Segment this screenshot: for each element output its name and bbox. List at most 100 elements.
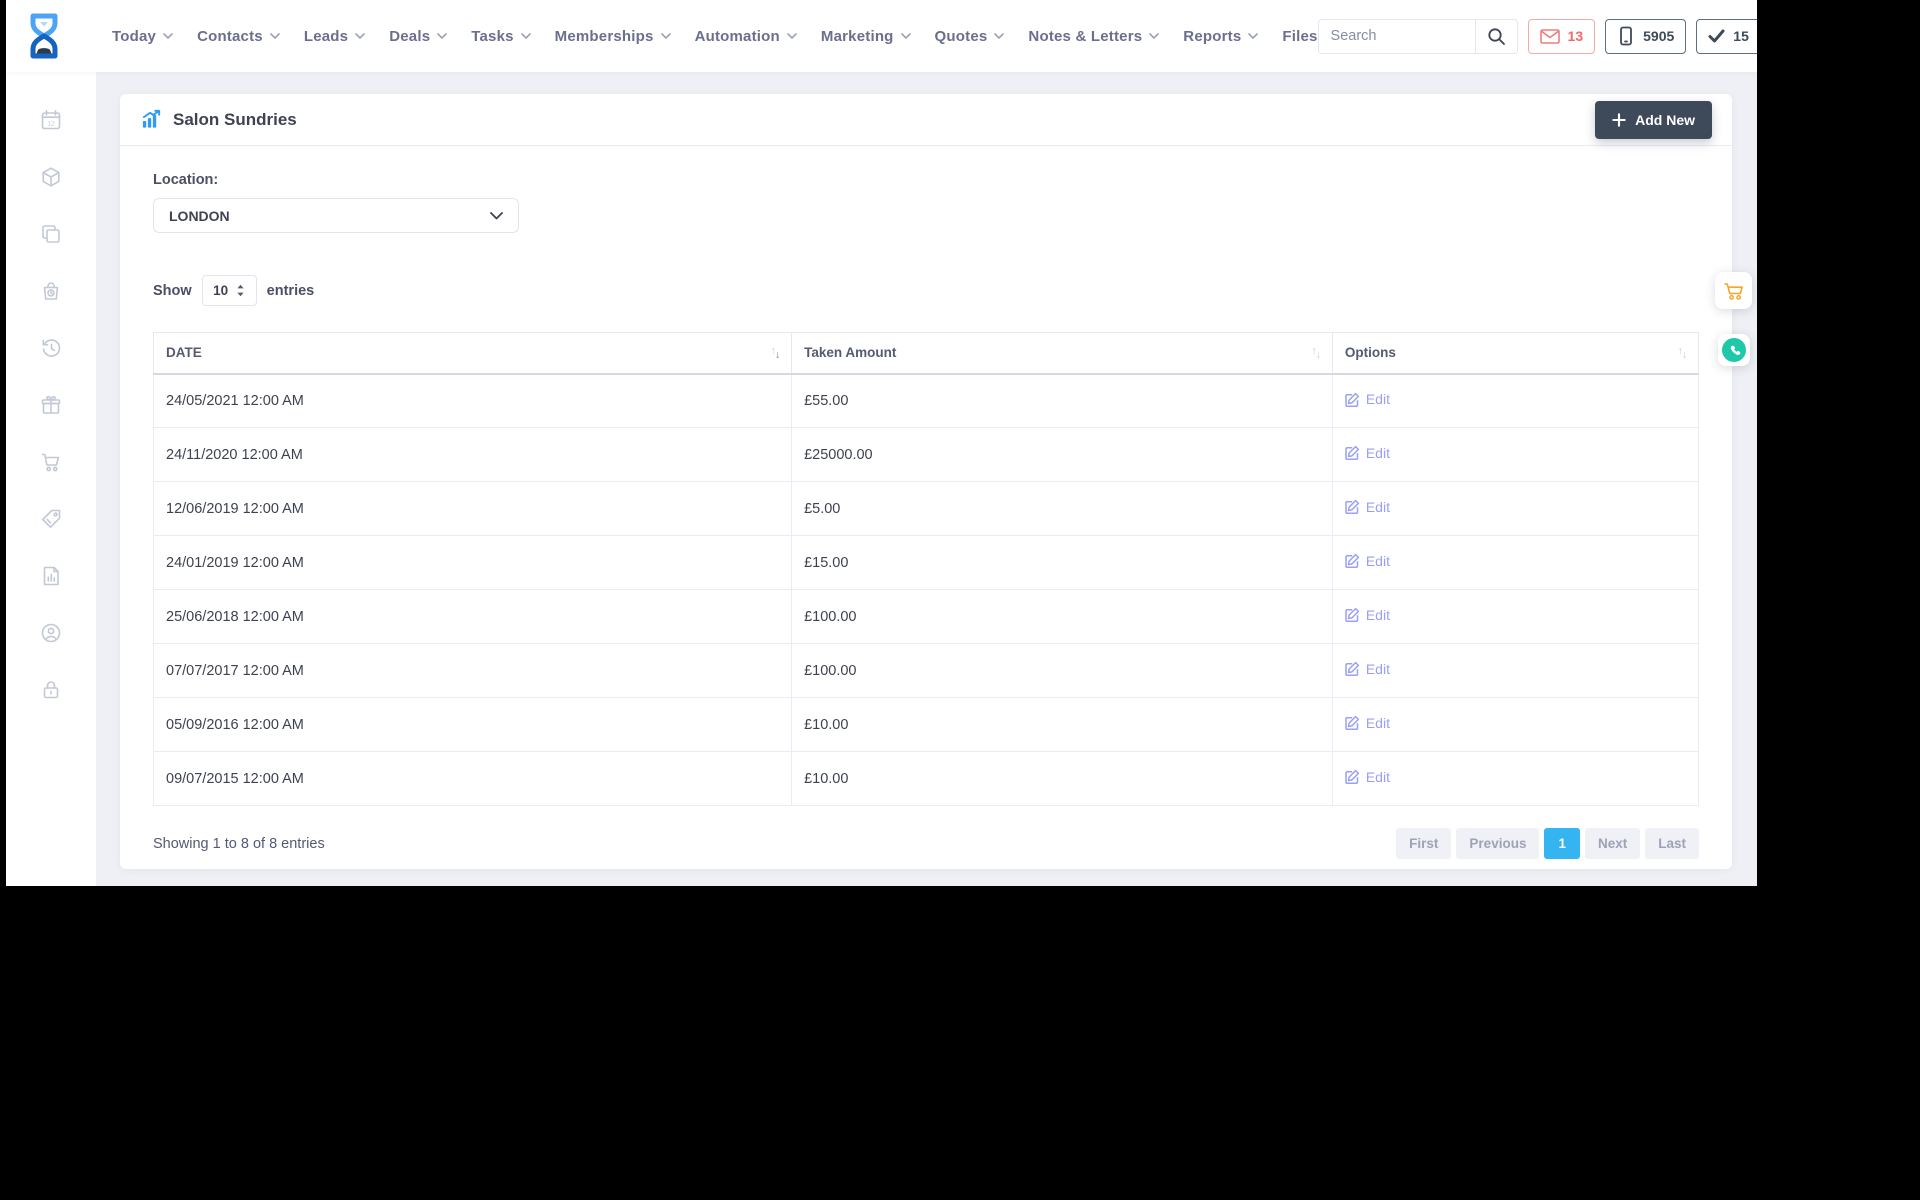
nav-item-memberships[interactable]: Memberships bbox=[555, 28, 671, 45]
smartphone-icon bbox=[1620, 26, 1633, 46]
cell-date: 24/05/2021 12:00 AM bbox=[152, 373, 793, 428]
edit-icon bbox=[1345, 716, 1359, 731]
table-row: 25/06/2018 12:00 AM £100.00 Edit bbox=[152, 589, 1700, 644]
phone-badge[interactable]: 5905 bbox=[1605, 18, 1687, 54]
caret-down-icon bbox=[437, 32, 448, 39]
search-button[interactable] bbox=[1474, 19, 1517, 53]
pagination-previous[interactable]: Previous bbox=[1456, 828, 1540, 859]
edit-link[interactable]: Edit bbox=[1345, 607, 1390, 623]
floating-whatsapp-button[interactable] bbox=[1718, 334, 1750, 366]
edit-link[interactable]: Edit bbox=[1345, 391, 1390, 407]
tasks-badge[interactable]: 15 bbox=[1696, 18, 1757, 54]
navbar-right-cluster: 13 5905 15 ? bbox=[1317, 17, 1757, 55]
cell-date: 12/06/2019 12:00 AM bbox=[152, 481, 793, 536]
report-document-icon bbox=[43, 566, 59, 586]
table-row: 07/07/2017 12:00 AM £100.00 Edit bbox=[152, 643, 1700, 698]
sidebar-item-calendar[interactable]: 12 bbox=[39, 108, 63, 132]
card-header: Salon Sundries Add New bbox=[120, 94, 1732, 146]
edit-link[interactable]: Edit bbox=[1345, 769, 1390, 785]
table-row: 24/11/2020 12:00 AM £25000.00 Edit bbox=[152, 427, 1700, 482]
nav-item-tasks[interactable]: Tasks bbox=[471, 28, 531, 45]
nav-item-marketing[interactable]: Marketing bbox=[821, 28, 911, 45]
sidebar-item-cart[interactable] bbox=[39, 450, 63, 474]
column-header-taken-amount[interactable]: Taken Amount ↑ ↓ bbox=[791, 332, 1333, 375]
page-length-value: 10 bbox=[213, 283, 229, 298]
nav-item-today[interactable]: Today bbox=[112, 28, 173, 45]
cube-icon bbox=[42, 167, 60, 187]
cell-amount: £5.00 bbox=[791, 481, 1333, 536]
nav-item-files[interactable]: Files bbox=[1282, 28, 1317, 45]
edit-link[interactable]: Edit bbox=[1345, 499, 1390, 515]
nav-item-notes-letters[interactable]: Notes & Letters bbox=[1028, 28, 1160, 45]
history-icon bbox=[42, 339, 61, 357]
nav-item-leads[interactable]: Leads bbox=[304, 28, 366, 45]
tasks-count: 15 bbox=[1733, 28, 1749, 44]
mail-badge[interactable]: 13 bbox=[1527, 18, 1596, 54]
floating-cart-button[interactable] bbox=[1715, 272, 1752, 309]
gift-icon bbox=[41, 395, 61, 414]
table-header-row: DATE ↑ ↓ Taken Amount ↑ ↓ Options ↑ ↓ bbox=[152, 332, 1700, 375]
edit-link[interactable]: Edit bbox=[1345, 553, 1390, 569]
caret-down-icon bbox=[270, 32, 280, 39]
sidebar-item-reports[interactable] bbox=[39, 564, 63, 588]
nav-label: Files bbox=[1282, 27, 1318, 45]
main-nav: Today Contacts Leads Deals Tasks Members… bbox=[112, 28, 1318, 45]
nav-item-contacts[interactable]: Contacts bbox=[197, 28, 280, 45]
app-logo[interactable] bbox=[24, 12, 64, 60]
sidebar-item-gift[interactable] bbox=[39, 393, 63, 417]
column-label: DATE bbox=[166, 345, 202, 361]
whatsapp-circle bbox=[1722, 338, 1746, 362]
caret-down-icon bbox=[900, 32, 911, 39]
cell-amount: £100.00 bbox=[791, 589, 1333, 644]
edit-label: Edit bbox=[1365, 606, 1390, 623]
nav-label: Contacts bbox=[197, 27, 263, 45]
caret-down-icon bbox=[994, 32, 1005, 39]
account-circle-icon bbox=[41, 623, 61, 643]
location-select[interactable]: LONDON bbox=[153, 198, 519, 233]
column-header-options[interactable]: Options ↑ ↓ bbox=[1331, 332, 1700, 375]
page-length-select[interactable]: 10 bbox=[201, 275, 257, 306]
nav-item-deals[interactable]: Deals bbox=[389, 28, 448, 45]
lock-icon bbox=[43, 681, 59, 699]
shopping-bag-icon bbox=[43, 282, 59, 300]
app-viewport: Today Contacts Leads Deals Tasks Members… bbox=[6, 0, 1757, 886]
cart-icon bbox=[41, 453, 60, 472]
column-label: Options bbox=[1344, 345, 1396, 361]
card-body: Location: LONDON Show 10 entries DATE ↑ … bbox=[120, 146, 1732, 859]
add-new-button[interactable]: Add New bbox=[1595, 100, 1712, 139]
sidebar-item-duplicate[interactable] bbox=[39, 222, 63, 246]
edit-label: Edit bbox=[1365, 714, 1390, 731]
column-header-date[interactable]: DATE ↑ ↓ bbox=[152, 332, 793, 375]
sidebar-item-bag[interactable] bbox=[39, 279, 63, 303]
nav-label: Memberships bbox=[554, 27, 654, 45]
table-row: 24/05/2021 12:00 AM £55.00 Edit bbox=[152, 373, 1700, 428]
sort-icon: ↑ ↓ bbox=[1677, 344, 1688, 361]
chevron-down-icon bbox=[490, 211, 503, 219]
edit-icon bbox=[1345, 608, 1359, 623]
pagination-next[interactable]: Next bbox=[1584, 828, 1641, 859]
edit-label: Edit bbox=[1365, 768, 1390, 785]
pagination-first[interactable]: First bbox=[1396, 828, 1452, 859]
pagination-page-1[interactable]: 1 bbox=[1544, 828, 1580, 859]
sidebar-item-history[interactable] bbox=[39, 336, 63, 360]
nav-label: Marketing bbox=[820, 27, 894, 45]
edit-icon bbox=[1345, 770, 1359, 785]
cell-amount: £25000.00 bbox=[791, 427, 1333, 482]
sidebar-item-account[interactable] bbox=[39, 621, 63, 645]
nav-item-automation[interactable]: Automation bbox=[695, 28, 797, 45]
edit-link[interactable]: Edit bbox=[1345, 661, 1390, 677]
main-content: Salon Sundries Add New Location: LONDON bbox=[96, 72, 1757, 886]
entries-label: entries bbox=[266, 282, 315, 299]
search-input[interactable] bbox=[1318, 19, 1475, 53]
sidebar-item-pricing[interactable] bbox=[39, 507, 63, 531]
edit-link[interactable]: Edit bbox=[1345, 715, 1390, 731]
nav-item-reports[interactable]: Reports bbox=[1183, 28, 1259, 45]
nav-item-quotes[interactable]: Quotes bbox=[935, 28, 1005, 45]
left-sidebar: 12 bbox=[6, 72, 96, 886]
sidebar-item-products[interactable] bbox=[39, 165, 63, 189]
sidebar-item-security[interactable] bbox=[39, 678, 63, 702]
search-box bbox=[1317, 18, 1518, 54]
edit-link[interactable]: Edit bbox=[1345, 445, 1390, 461]
pagination-last[interactable]: Last bbox=[1645, 828, 1699, 859]
cell-amount: £10.00 bbox=[791, 697, 1333, 752]
